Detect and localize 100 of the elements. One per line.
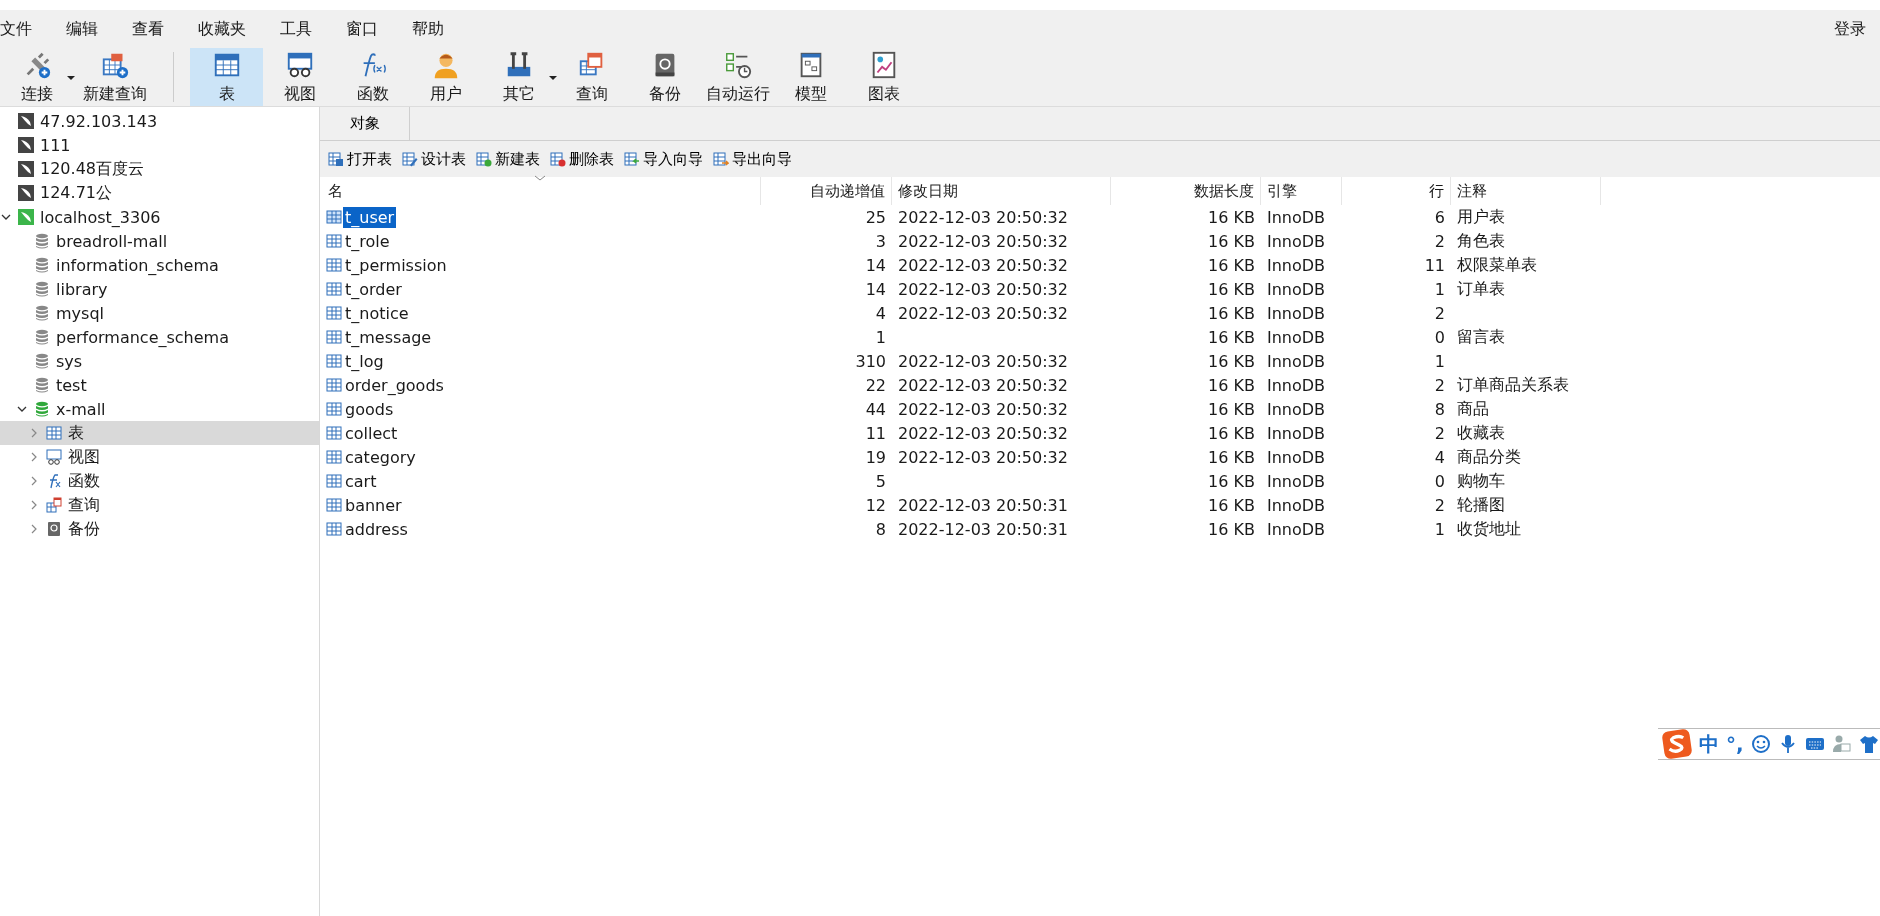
table-name[interactable]: address [343, 518, 410, 540]
connection-item[interactable]: 120.48百度云 [0, 157, 319, 181]
menu-item[interactable]: 窗口 [346, 18, 378, 40]
toolbar-button[interactable]: 备份 [628, 48, 701, 106]
menu-item[interactable]: 编辑 [66, 18, 98, 40]
action-button[interactable]: 设计表 [400, 149, 468, 169]
database-item[interactable]: test [0, 373, 319, 397]
column-header[interactable]: 名 [326, 177, 761, 205]
table-name[interactable]: t_log [343, 350, 386, 372]
table-cell: 16 KB [1208, 207, 1255, 227]
menu-item[interactable]: 工具 [280, 18, 312, 40]
folder-item[interactable]: 函数 [0, 469, 319, 493]
table-icon [326, 401, 342, 417]
folder-item[interactable]: 视图 [0, 445, 319, 469]
table-name[interactable]: t_message [343, 326, 434, 348]
table-icon [326, 377, 342, 393]
table-icon [326, 305, 342, 321]
chevron-right-icon[interactable] [31, 524, 37, 534]
table-name[interactable]: t_permission [343, 254, 449, 276]
menu-item[interactable]: 查看 [132, 18, 164, 40]
ime-mode[interactable]: 中 [1699, 730, 1719, 758]
database-item[interactable]: library [0, 277, 319, 301]
toolbar-button[interactable]: 其它 [482, 48, 555, 106]
table-name[interactable]: cart [343, 470, 379, 492]
database-item[interactable]: performance_schema [0, 325, 319, 349]
table-cell: 11 [865, 423, 886, 443]
folder-item[interactable]: 表 [0, 421, 319, 445]
table-name[interactable]: t_notice [343, 302, 411, 324]
table-cell: 2022-12-03 20:50:31 [898, 519, 1068, 539]
table-cell: 1 [875, 327, 886, 347]
toolbar-button[interactable]: 新建查询 [73, 48, 157, 106]
shirt-icon[interactable] [1858, 734, 1879, 754]
table-name[interactable]: t_user [343, 206, 397, 228]
table-cell: 2022-12-03 20:50:32 [898, 447, 1068, 467]
column-header[interactable]: 行 [1342, 177, 1451, 205]
table-name[interactable]: banner [343, 494, 404, 516]
column-header[interactable]: 注释 [1451, 177, 1601, 205]
table-name[interactable]: t_role [343, 230, 392, 252]
menu-item[interactable]: 文件 [0, 18, 32, 40]
database-item[interactable]: breadroll-mall [0, 229, 319, 253]
column-header[interactable]: 修改日期 [892, 177, 1111, 205]
table-cell: 6 [1434, 207, 1445, 227]
chevron-down-icon[interactable] [17, 406, 27, 412]
menu-item[interactable]: 收藏夹 [198, 18, 246, 40]
ime-punctuation[interactable]: °, [1726, 732, 1744, 756]
smiley-icon[interactable] [1750, 734, 1771, 754]
toolbar-button[interactable]: 连接 [0, 48, 73, 106]
action-button[interactable]: 打开表 [326, 149, 394, 169]
caret-icon[interactable] [67, 76, 75, 80]
toolbar-button[interactable]: 表 [190, 48, 263, 106]
toolbar-button[interactable]: 函数 [336, 48, 409, 106]
folder-item[interactable]: 查询 [0, 493, 319, 517]
connection-item[interactable]: localhost_3306 [0, 205, 319, 229]
action-button[interactable]: 删除表 [548, 149, 616, 169]
table-cell: 8 [875, 519, 886, 539]
chevron-down-icon[interactable] [1, 214, 11, 220]
table-cell: 购物车 [1457, 470, 1505, 492]
database-item[interactable]: x-mall [0, 397, 319, 421]
toolbar-button[interactable]: 用户 [409, 48, 482, 106]
toolbar-button[interactable]: 查询 [555, 48, 628, 106]
table-cell: 4 [875, 303, 886, 323]
action-button[interactable]: 导出向导 [711, 149, 794, 169]
connection-item[interactable]: 124.71公 [0, 181, 319, 205]
table-cell: 16 KB [1208, 255, 1255, 275]
column-header[interactable]: 自动递增值 [761, 177, 892, 205]
chevron-right-icon[interactable] [31, 476, 37, 486]
connection-item[interactable]: 111 [0, 133, 319, 157]
caret-icon[interactable] [549, 76, 557, 80]
table-cell: 16 KB [1208, 231, 1255, 251]
table-cell: 310 [855, 351, 886, 371]
column-header[interactable]: 引擎 [1261, 177, 1342, 205]
toolbar-button[interactable]: 视图 [263, 48, 336, 106]
action-button[interactable]: 新建表 [474, 149, 542, 169]
table-cell: InnoDB [1267, 351, 1326, 371]
table-name[interactable]: collect [343, 422, 400, 444]
table-name[interactable]: category [343, 446, 418, 468]
database-item[interactable]: mysql [0, 301, 319, 325]
table-name[interactable]: t_order [343, 278, 404, 300]
connection-item[interactable]: 47.92.103.143 [0, 109, 319, 133]
table-icon [326, 425, 342, 441]
database-item[interactable]: information_schema [0, 253, 319, 277]
table-icon [46, 425, 62, 441]
table-cell: 2 [1434, 495, 1445, 515]
login-link[interactable]: 登录 [1834, 18, 1866, 40]
table-cell: 2022-12-03 20:50:32 [898, 351, 1068, 371]
table-name[interactable]: goods [343, 398, 396, 420]
table-cell: InnoDB [1267, 255, 1326, 275]
folder-item[interactable]: 备份 [0, 517, 319, 541]
toolbar-button[interactable]: 模型 [774, 48, 847, 106]
ime-logo-icon[interactable] [1662, 729, 1692, 759]
toolbar-button[interactable]: 图表 [847, 48, 920, 106]
menu-item[interactable]: 帮助 [412, 18, 444, 40]
toolbar-button[interactable]: 自动运行 [701, 48, 774, 106]
table-icon [326, 497, 342, 513]
column-header[interactable]: 数据长度 [1111, 177, 1261, 205]
chevron-right-icon[interactable] [31, 500, 37, 510]
database-item[interactable]: sys [0, 349, 319, 373]
action-button[interactable]: 导入向导 [622, 149, 705, 169]
chevron-right-icon[interactable] [31, 452, 37, 462]
table-name[interactable]: order_goods [343, 374, 446, 396]
